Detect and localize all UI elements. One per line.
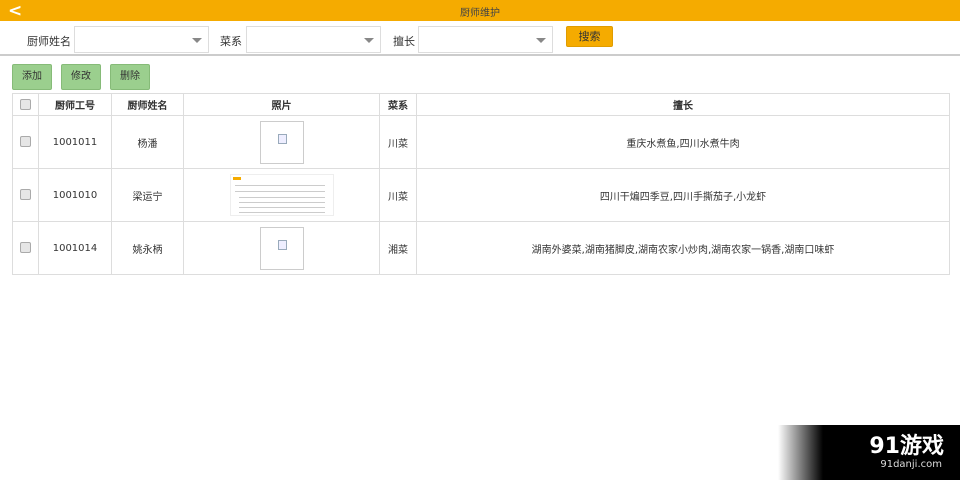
search-button[interactable]: 搜索	[566, 26, 613, 47]
select-all-checkbox[interactable]	[20, 98, 31, 110]
photo-thumbnail	[229, 174, 334, 216]
table-row[interactable]: 1001011 杨潘 川菜 重庆水煮鱼,四川水煮牛肉	[12, 115, 950, 169]
checkbox-cell	[12, 221, 39, 275]
chevron-down-icon	[364, 38, 374, 43]
column-header: 厨师工号	[38, 93, 112, 116]
table-row[interactable]: 1001014 姚永柄 湘菜 湖南外婆菜,湖南猪脚皮,湖南农家小炒肉,湖南农家一…	[12, 221, 950, 275]
delete-button[interactable]: 删除	[110, 64, 150, 90]
select-all-cell	[12, 93, 39, 116]
filter-bar: 厨师姓名 菜系 擅长 搜索	[0, 22, 960, 56]
table-header: 厨师工号 厨师姓名 照片 菜系 擅长	[12, 93, 950, 116]
column-header: 擅长	[416, 93, 950, 116]
edit-button[interactable]: 修改	[61, 64, 101, 90]
row-checkbox[interactable]	[20, 189, 31, 201]
chef-table: 厨师工号 厨师姓名 照片 菜系 擅长 1001011 杨潘 川菜 重庆水煮鱼,四…	[12, 93, 950, 275]
add-button[interactable]: 添加	[12, 64, 52, 90]
chef-id: 1001010	[38, 168, 112, 222]
cuisine: 川菜	[379, 168, 417, 222]
specialty: 湖南外婆菜,湖南猪脚皮,湖南农家小炒肉,湖南农家一锅香,湖南口味虾	[416, 221, 950, 275]
table-row[interactable]: 1001010 梁运宁 川菜 四川干煸四季豆,四川手撕茄子,小龙虾	[12, 168, 950, 222]
chef-name-label: 厨师姓名	[27, 35, 71, 48]
column-header: 厨师姓名	[111, 93, 184, 116]
cuisine-label: 菜系	[220, 35, 242, 48]
row-checkbox[interactable]	[20, 136, 31, 148]
chef-name-select[interactable]	[74, 26, 209, 53]
chef-id: 1001011	[38, 115, 112, 169]
column-header: 菜系	[379, 93, 417, 116]
specialty-label: 擅长	[393, 35, 415, 48]
specialty: 重庆水煮鱼,四川水煮牛肉	[416, 115, 950, 169]
cuisine-select[interactable]	[246, 26, 381, 53]
photo-cell	[183, 168, 380, 222]
cuisine: 川菜	[379, 115, 417, 169]
row-checkbox[interactable]	[20, 242, 31, 254]
page-title: 厨师维护	[460, 8, 500, 19]
chef-id: 1001014	[38, 221, 112, 275]
chef-name: 姚永柄	[111, 221, 184, 275]
watermark-site: 91danji.com	[880, 459, 942, 470]
broken-image-icon	[259, 226, 304, 270]
chef-name: 梁运宁	[111, 168, 184, 222]
cuisine: 湘菜	[379, 221, 417, 275]
chevron-down-icon	[192, 38, 202, 43]
app-header: < 厨师维护	[0, 0, 960, 21]
checkbox-cell	[12, 168, 39, 222]
broken-image-icon	[259, 120, 304, 164]
column-header: 照片	[183, 93, 380, 116]
specialty-select[interactable]	[418, 26, 553, 53]
photo-cell	[183, 115, 380, 169]
checkbox-cell	[12, 115, 39, 169]
watermark-logo: 91游戏	[869, 434, 944, 459]
watermark: 91游戏 91danji.com	[778, 425, 960, 480]
photo-cell	[183, 221, 380, 275]
chevron-down-icon	[536, 38, 546, 43]
chef-name: 杨潘	[111, 115, 184, 169]
specialty: 四川干煸四季豆,四川手撕茄子,小龙虾	[416, 168, 950, 222]
